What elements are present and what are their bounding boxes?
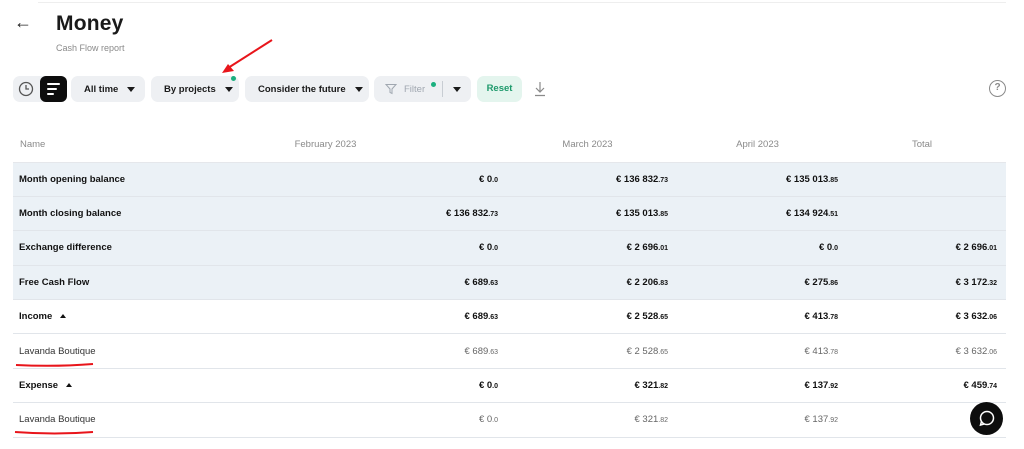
chat-bubble-icon xyxy=(979,410,995,427)
annotation-overlay xyxy=(14,39,273,435)
chat-button[interactable] xyxy=(970,402,1003,435)
annotation-underline xyxy=(15,363,94,367)
annotation-underline xyxy=(14,431,94,435)
annotation-arrow xyxy=(227,39,273,69)
